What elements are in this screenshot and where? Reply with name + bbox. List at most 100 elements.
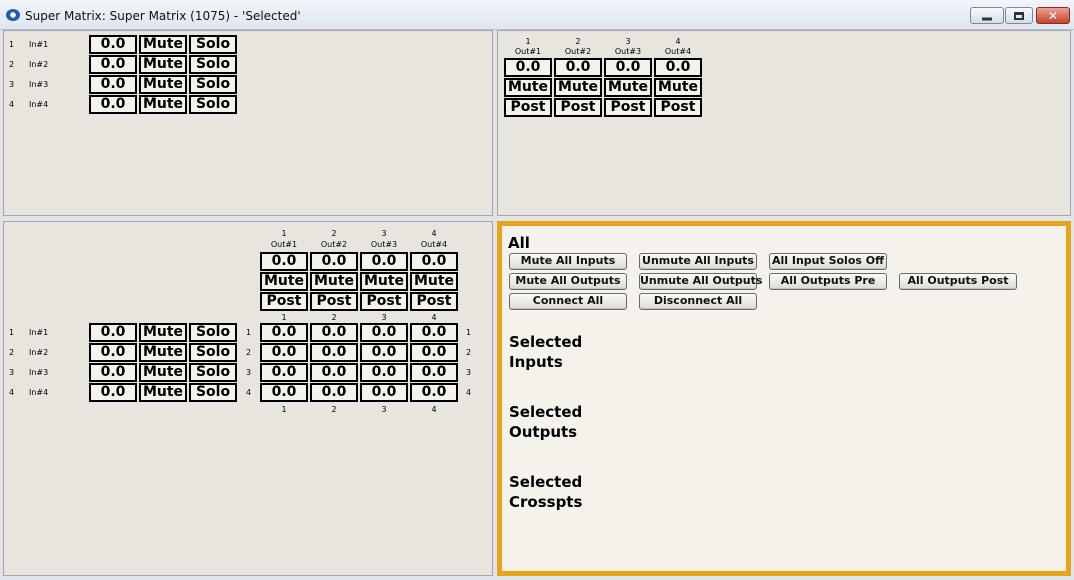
input-mute-button[interactable]: Mute: [139, 75, 187, 94]
input-index: 1: [9, 40, 15, 49]
unmute-all-inputs-button[interactable]: Unmute All Inputs: [639, 253, 757, 270]
input-mute-button[interactable]: Mute: [139, 55, 187, 74]
output-mute-button[interactable]: Mute: [654, 78, 702, 97]
crosspoint-level-field[interactable]: 0.0: [310, 383, 358, 402]
unmute-all-outputs-button[interactable]: Unmute All Outputs: [639, 273, 762, 290]
matrix-output-mute-button[interactable]: Mute: [260, 272, 308, 291]
mute-all-outputs-button[interactable]: Mute All Outputs: [509, 273, 627, 290]
input-index: 4: [9, 100, 15, 109]
input-name: In#1: [29, 40, 49, 49]
matrix-input-solo-button[interactable]: Solo: [189, 363, 237, 382]
matrix-output-index: 3: [381, 229, 387, 238]
input-level-field[interactable]: 0.0: [89, 75, 137, 94]
output-level-field[interactable]: 0.0: [504, 58, 552, 77]
matrix-input-solo-button[interactable]: Solo: [189, 383, 237, 402]
matrix-pane: 1 Out#1 0.0 Mute Post 1 1 2 Out#2 0.0 Mute Post 2 2 3 O…: [3, 221, 493, 576]
all-outputs-pre-button[interactable]: All Outputs Pre: [769, 273, 887, 290]
disconnect-all-button[interactable]: Disconnect All: [639, 293, 757, 310]
output-post-button[interactable]: Post: [604, 98, 652, 117]
crosspoint-level-field[interactable]: 0.0: [310, 363, 358, 382]
input-solo-button[interactable]: Solo: [189, 55, 237, 74]
crosspoint-level-field[interactable]: 0.0: [260, 363, 308, 382]
crosspoint-level-field[interactable]: 0.0: [260, 343, 308, 362]
output-name: Out#2: [564, 47, 592, 56]
matrix-input-mute-button[interactable]: Mute: [139, 323, 187, 342]
crosspoint-level-field[interactable]: 0.0: [360, 323, 408, 342]
crosspoint-level-field[interactable]: 0.0: [410, 323, 458, 342]
crosspoint-level-field[interactable]: 0.0: [360, 383, 408, 402]
matrix-output-level-field[interactable]: 0.0: [310, 252, 358, 271]
mute-all-inputs-button[interactable]: Mute All Inputs: [509, 253, 627, 270]
matrix-output-index: 4: [431, 229, 437, 238]
output-mute-button[interactable]: Mute: [504, 78, 552, 97]
input-level-field[interactable]: 0.0: [89, 35, 137, 54]
input-mute-button[interactable]: Mute: [139, 95, 187, 114]
output-level-field[interactable]: 0.0: [654, 58, 702, 77]
matrix-output-post-button[interactable]: Post: [410, 292, 458, 311]
crosspoint-row-index-right: 3: [466, 368, 472, 377]
matrix-input-level-field[interactable]: 0.0: [89, 363, 137, 382]
matrix-input-level-field[interactable]: 0.0: [89, 323, 137, 342]
input-name: In#4: [29, 100, 49, 109]
matrix-input-level-field[interactable]: 0.0: [89, 383, 137, 402]
matrix-output-mute-button[interactable]: Mute: [360, 272, 408, 291]
matrix-output-level-field[interactable]: 0.0: [410, 252, 458, 271]
maximize-button[interactable]: [1005, 7, 1033, 24]
input-index: 3: [9, 80, 15, 89]
crosspoint-level-field[interactable]: 0.0: [410, 363, 458, 382]
output-index: 4: [675, 37, 681, 46]
input-solo-button[interactable]: Solo: [189, 95, 237, 114]
selected-crosspts-label: Selected Crosspts: [509, 473, 583, 511]
input-solo-button[interactable]: Solo: [189, 75, 237, 94]
output-mute-button[interactable]: Mute: [604, 78, 652, 97]
matrix-output-post-button[interactable]: Post: [260, 292, 308, 311]
output-post-button[interactable]: Post: [654, 98, 702, 117]
crosspoint-level-field[interactable]: 0.0: [360, 343, 408, 362]
output-mute-button[interactable]: Mute: [554, 78, 602, 97]
input-level-field[interactable]: 0.0: [89, 55, 137, 74]
selected-outputs-label: Selected Outputs: [509, 403, 583, 441]
output-level-field[interactable]: 0.0: [554, 58, 602, 77]
crosspoint-column-index-top: 3: [381, 313, 387, 322]
matrix-input-mute-button[interactable]: Mute: [139, 383, 187, 402]
connect-all-button[interactable]: Connect All: [509, 293, 627, 310]
matrix-output-level-field[interactable]: 0.0: [360, 252, 408, 271]
crosspoint-level-field[interactable]: 0.0: [410, 343, 458, 362]
matrix-output-mute-button[interactable]: Mute: [410, 272, 458, 291]
crosspoint-column-index-top: 1: [281, 313, 287, 322]
matrix-output-name: Out#3: [370, 240, 398, 249]
input-name: In#2: [29, 60, 49, 69]
matrix-input-mute-button[interactable]: Mute: [139, 363, 187, 382]
crosspoint-level-field[interactable]: 0.0: [360, 363, 408, 382]
output-post-button[interactable]: Post: [554, 98, 602, 117]
close-button[interactable]: ✕: [1036, 7, 1070, 24]
crosspoint-row-index-right: 4: [466, 388, 472, 397]
input-solo-button[interactable]: Solo: [189, 35, 237, 54]
output-level-field[interactable]: 0.0: [604, 58, 652, 77]
minimize-button[interactable]: [970, 7, 1004, 24]
all-input-solos-off-button[interactable]: All Input Solos Off: [769, 253, 887, 270]
matrix-input-index: 4: [9, 388, 15, 397]
matrix-output-post-button[interactable]: Post: [310, 292, 358, 311]
crosspoint-level-field[interactable]: 0.0: [260, 383, 308, 402]
crosspoint-level-field[interactable]: 0.0: [310, 323, 358, 342]
matrix-input-mute-button[interactable]: Mute: [139, 343, 187, 362]
close-icon: ✕: [1047, 8, 1059, 23]
crosspoint-level-field[interactable]: 0.0: [310, 343, 358, 362]
crosspoint-row-index-left: 4: [246, 388, 252, 397]
matrix-output-level-field[interactable]: 0.0: [260, 252, 308, 271]
crosspoint-level-field[interactable]: 0.0: [260, 323, 308, 342]
crosspoint-column-index-top: 2: [331, 313, 337, 322]
matrix-input-solo-button[interactable]: Solo: [189, 323, 237, 342]
matrix-output-index: 1: [281, 229, 287, 238]
output-post-button[interactable]: Post: [504, 98, 552, 117]
matrix-input-solo-button[interactable]: Solo: [189, 343, 237, 362]
matrix-output-post-button[interactable]: Post: [360, 292, 408, 311]
input-mute-button[interactable]: Mute: [139, 35, 187, 54]
crosspoint-level-field[interactable]: 0.0: [410, 383, 458, 402]
all-outputs-post-button[interactable]: All Outputs Post: [899, 273, 1017, 290]
input-level-field[interactable]: 0.0: [89, 95, 137, 114]
matrix-output-mute-button[interactable]: Mute: [310, 272, 358, 291]
matrix-input-level-field[interactable]: 0.0: [89, 343, 137, 362]
crosspoint-row-index-left: 1: [246, 328, 252, 337]
